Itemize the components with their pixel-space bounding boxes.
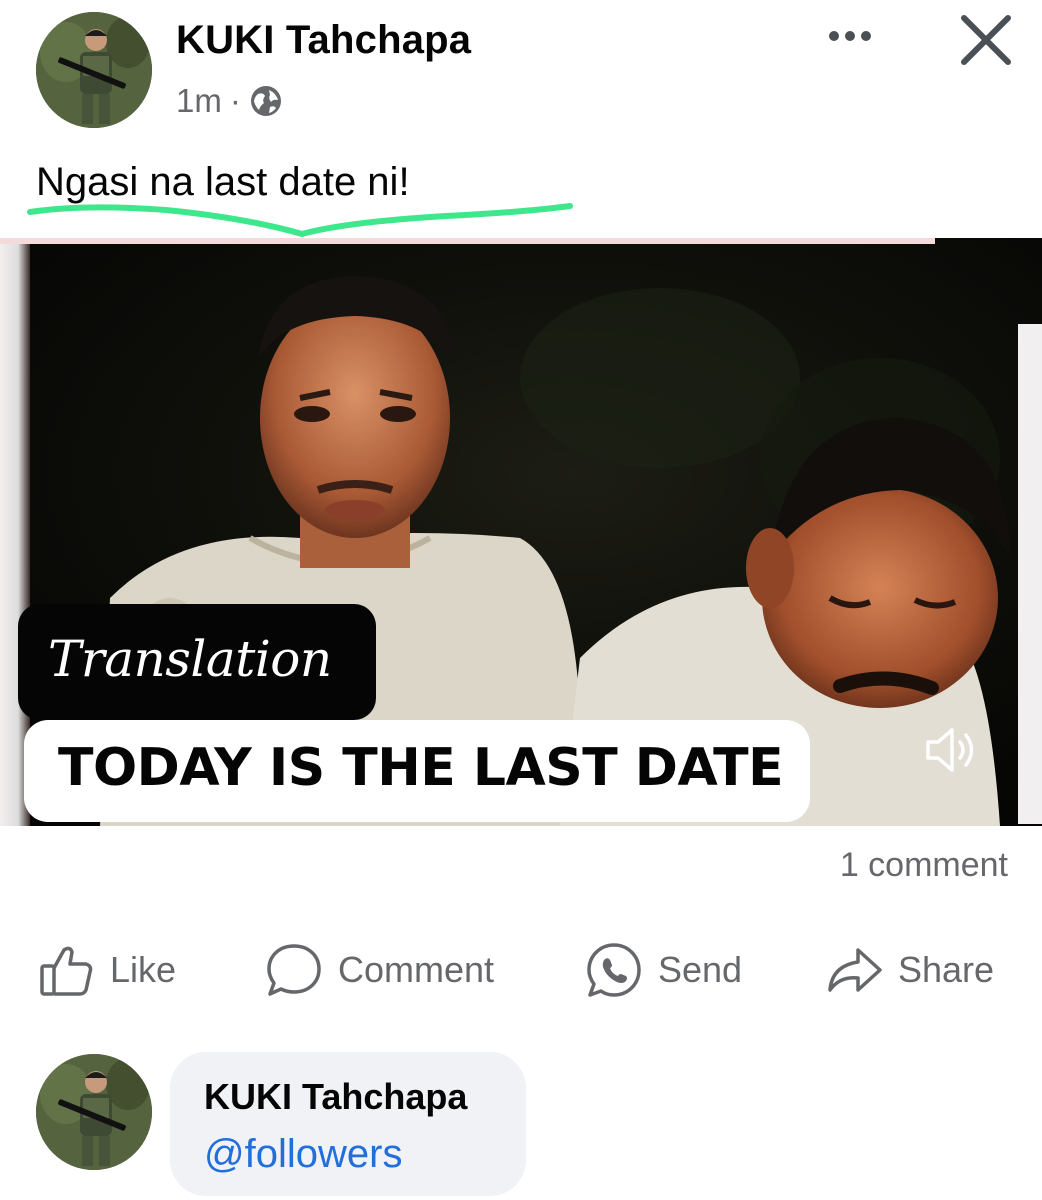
globe-icon [250, 86, 281, 116]
send-button[interactable]: Send [584, 930, 742, 1010]
more-dot-icon [829, 31, 839, 41]
post-action-bar: Like Comment Send Share [0, 930, 1042, 1010]
video-player[interactable]: Translation TODAY IS THE LAST DATE [0, 238, 1042, 826]
post-time[interactable]: 1m [176, 82, 222, 120]
comment-button[interactable]: Comment [264, 930, 494, 1010]
post-author-name[interactable]: KUKI Tahchapa [176, 18, 471, 63]
share-label: Share [898, 949, 995, 990]
comment-mention[interactable]: @followers [204, 1132, 402, 1177]
comment-bubble-icon [267, 944, 321, 996]
share-button[interactable]: Share [824, 930, 994, 1010]
commenter-avatar[interactable] [36, 1054, 152, 1170]
video-top-strip [0, 238, 935, 244]
send-label: Send [658, 949, 743, 990]
more-dot-icon [861, 31, 871, 41]
post-meta: 1m · [176, 82, 283, 120]
thumbs-up-icon [40, 946, 93, 996]
comment-author[interactable]: KUKI Tahchapa [204, 1076, 467, 1118]
like-label: Like [110, 949, 177, 990]
more-dot-icon [845, 31, 855, 41]
like-button[interactable]: Like [36, 930, 176, 1010]
translation-caption: TODAY IS THE LAST DATE [58, 738, 784, 798]
speaker-icon[interactable] [922, 722, 986, 778]
whatsapp-icon [587, 943, 641, 997]
close-icon[interactable] [956, 10, 1016, 70]
more-options-button[interactable] [818, 16, 882, 56]
meta-separator: · [229, 82, 241, 119]
author-avatar[interactable] [36, 12, 152, 128]
comment-label: Comment [338, 949, 495, 990]
post-header: KUKI Tahchapa 1m · [0, 0, 1042, 140]
translation-label: Translation [48, 630, 332, 688]
video-edge-right [1018, 324, 1042, 824]
comment-count[interactable]: 1 comment [840, 846, 1008, 885]
share-arrow-icon [828, 948, 882, 992]
comment-item: KUKI Tahchapa @followers [0, 1050, 1042, 1200]
